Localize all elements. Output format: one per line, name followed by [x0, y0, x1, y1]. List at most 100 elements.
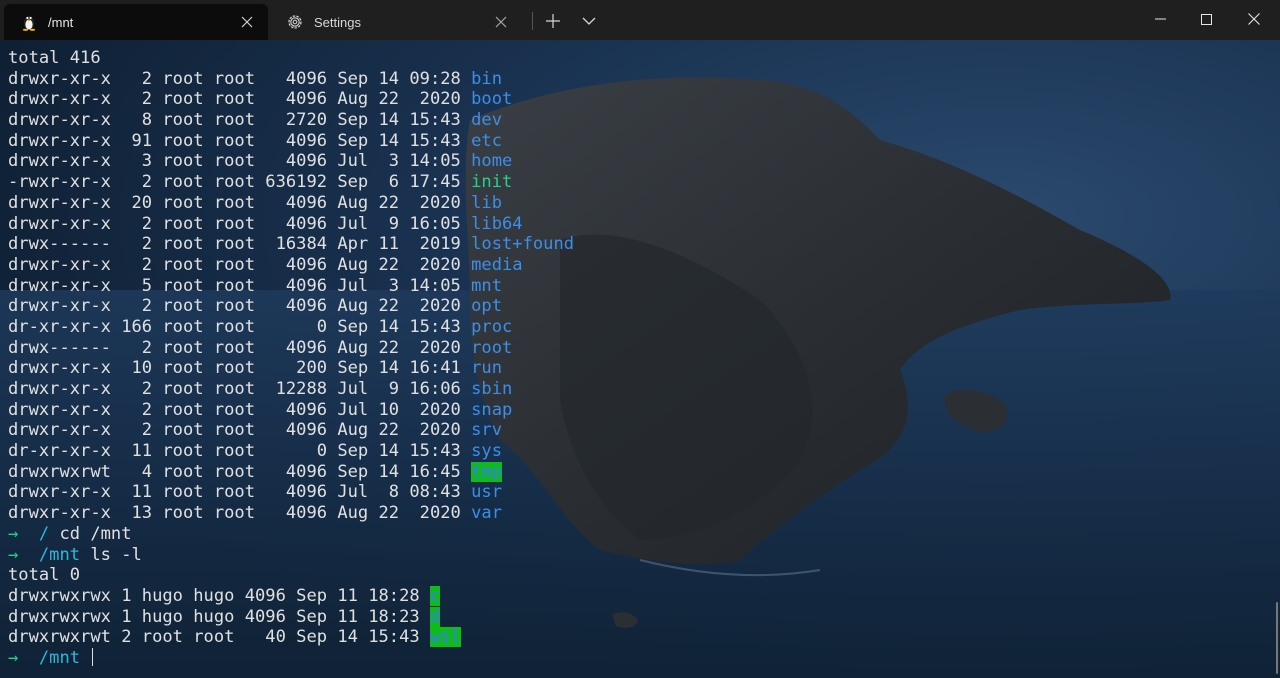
close-icon[interactable] — [1230, 0, 1278, 38]
terminal-pane[interactable]: total 416 drwxr-xr-x 2 root root 4096 Sep… — [0, 40, 1280, 678]
listing-row-meta: drwxr-xr-x 8 root root 2720 Sep 14 15:43 — [8, 110, 472, 131]
new-tab-plus-icon[interactable] — [540, 8, 566, 34]
listing-total-text: total 416 — [8, 48, 101, 68]
listing-row: drwxr-xr-x 11 root root 4096 Jul 8 08:43… — [8, 482, 574, 503]
gear-icon — [286, 13, 304, 31]
listing-row-name: home — [471, 151, 513, 172]
tab-mnt-close-icon[interactable] — [234, 9, 260, 35]
listing-row: drwxr-xr-x 2 root root 12288 Jul 9 16:06… — [8, 379, 574, 400]
listing-row-name: boot — [471, 89, 513, 110]
prompt-path: / — [18, 523, 50, 544]
listing-row-meta: drwxr-xr-x 2 root root 4096 Aug 22 2020 — [8, 296, 472, 317]
prompt-command: cd /mnt — [49, 523, 132, 544]
listing-row: drwxr-xr-x 3 root root 4096 Jul 3 14:05 … — [8, 151, 574, 172]
listing-row-meta: drwxr-xr-x 2 root root 4096 Aug 22 2020 — [8, 254, 472, 275]
listing-row-name: run — [471, 358, 502, 379]
listing-row-meta: drwxr-xr-x 13 root root 4096 Aug 22 2020 — [8, 503, 472, 524]
listing-row: drwxrwxrwt 4 root root 4096 Sep 14 16:45… — [8, 461, 574, 483]
listing-row: dr-xr-xr-x 11 root root 0 Sep 14 15:43 s… — [8, 441, 574, 462]
listing-row-name: srv — [471, 420, 502, 441]
listing-row: drwxr-xr-x 2 root root 4096 Aug 22 2020 … — [8, 255, 574, 276]
listing-row-name: lib64 — [471, 213, 523, 234]
listing-row-meta: drwxr-xr-x 2 root root 4096 Aug 22 2020 — [8, 89, 472, 110]
scrollbar[interactable] — [1276, 602, 1278, 674]
prompt-path: /mnt — [18, 544, 81, 565]
tab-settings-close-icon[interactable] — [488, 9, 514, 35]
listing-row-name: etc — [471, 130, 502, 151]
listing-row-name: init — [471, 172, 513, 193]
tab-separator — [532, 12, 533, 30]
listing-row: drwxr-xr-x 2 root root 4096 Aug 22 2020 … — [8, 89, 574, 110]
listing-row-meta: drwxrwxrwx 1 hugo hugo 4096 Sep 11 18:28 — [8, 585, 430, 606]
listing-row-name: opt — [471, 296, 502, 317]
prompt-path: /mnt — [18, 647, 81, 668]
listing-row-meta: drwxr-xr-x 2 root root 4096 Aug 22 2020 — [8, 420, 472, 441]
listing-row-name: sbin — [471, 379, 513, 399]
listing-row-meta: drwxr-xr-x 2 root root 12288 Jul 9 16:06 — [8, 379, 472, 399]
chevron-down-icon[interactable] — [576, 8, 602, 34]
listing-row-name: wsl — [429, 627, 461, 648]
listing-row-meta: drwxr-xr-x 10 root root 200 Sep 14 16:41 — [8, 358, 472, 379]
prompt-command: ls -l — [80, 544, 142, 565]
listing-row-meta: drwxr-xr-x 91 root root 4096 Sep 14 15:4… — [8, 130, 472, 151]
prompt-line: → / cd /mnt — [8, 524, 574, 545]
listing-row-name: lost+found — [471, 234, 575, 255]
listing-row-meta: drwxr-xr-x 20 root root 4096 Aug 22 2020 — [8, 192, 472, 213]
minimize-icon[interactable] — [1136, 0, 1184, 38]
listing-row-name: media — [471, 254, 523, 275]
listing-row: drwxr-xr-x 8 root root 2720 Sep 14 15:43… — [8, 110, 574, 131]
listing-row: drwxrwxrwx 1 hugo hugo 4096 Sep 11 18:23… — [8, 606, 574, 628]
listing-row-name: tmp — [471, 461, 502, 482]
listing-row: drwxr-xr-x 2 root root 4096 Aug 22 2020 … — [8, 420, 574, 441]
listing-row: drwxr-xr-x 2 root root 4096 Aug 22 2020 … — [8, 296, 574, 317]
listing-row-meta: dr-xr-xr-x 11 root root 0 Sep 14 15:43 — [8, 441, 472, 462]
listing-row-meta: drwxrwxrwx 1 hugo hugo 4096 Sep 11 18:23 — [8, 606, 430, 627]
listing-row-meta: drwxr-xr-x 2 root root 4096 Jul 10 2020 — [8, 399, 472, 420]
listing-row-meta: drwxrwxrwt 4 root root 4096 Sep 14 16:45 — [8, 461, 472, 482]
text-cursor — [92, 647, 94, 666]
listing-row-name: snap — [471, 399, 513, 420]
listing-row-meta: drwxr-xr-x 5 root root 4096 Jul 3 14:05 — [8, 275, 472, 296]
listing-total-text: total 0 — [8, 565, 81, 586]
listing-row-meta: drwx------ 2 root root 16384 Apr 11 2019 — [8, 234, 472, 255]
listing-row-name: usr — [471, 482, 502, 503]
listing-row-meta: drwxr-xr-x 3 root root 4096 Jul 3 14:05 — [8, 151, 472, 172]
listing-row: drwxr-xr-x 2 root root 4096 Jul 10 2020 … — [8, 400, 574, 421]
listing-row-name: mnt — [471, 275, 502, 296]
prompt-arrow-icon: → — [8, 544, 19, 565]
prompt-line: → /mnt — [8, 647, 574, 669]
listing-row-name: lib — [471, 192, 502, 213]
prompt-arrow-icon: → — [8, 523, 19, 544]
listing-row-meta: -rwxr-xr-x 2 root root 636192 Sep 6 17:4… — [8, 172, 472, 193]
listing-row: drwxr-xr-x 10 root root 200 Sep 14 16:41… — [8, 358, 574, 379]
listing-row-name: c — [429, 585, 441, 606]
prompt-command — [80, 648, 90, 668]
prompt-arrow-icon: → — [8, 647, 19, 668]
linux-penguin-icon — [20, 13, 38, 31]
listing-row: drwx------ 2 root root 4096 Aug 22 2020 … — [8, 338, 574, 359]
listing-row-meta: dr-xr-xr-x 166 root root 0 Sep 14 15:43 — [8, 316, 472, 337]
listing-row-name: bin — [471, 68, 502, 89]
listing-row: drwxr-xr-x 5 root root 4096 Jul 3 14:05 … — [8, 276, 574, 297]
listing-row-name: proc — [471, 316, 513, 337]
listing-row-name: dev — [471, 110, 502, 131]
listing-total: total 0 — [8, 565, 574, 586]
tab-mnt-label: /mnt — [48, 14, 74, 30]
listing-row: drwxr-xr-x 2 root root 4096 Sep 14 09:28… — [8, 69, 574, 90]
tab-settings[interactable]: Settings — [270, 4, 522, 40]
listing-row-name: d — [429, 606, 441, 627]
listing-row-meta: drwxr-xr-x 11 root root 4096 Jul 8 08:43 — [8, 482, 472, 503]
listing-row-name: var — [471, 503, 502, 524]
listing-row-name: sys — [471, 441, 502, 462]
listing-row-meta: drwx------ 2 root root 4096 Aug 22 2020 — [8, 337, 472, 358]
listing-row-meta: drwxr-xr-x 2 root root 4096 Jul 9 16:05 — [8, 213, 472, 234]
tab-mnt[interactable]: /mnt — [4, 4, 268, 40]
listing-row: drwxr-xr-x 13 root root 4096 Aug 22 2020… — [8, 503, 574, 524]
terminal-output: total 416 drwxr-xr-x 2 root root 4096 Sep… — [8, 48, 574, 669]
maximize-icon[interactable] — [1182, 0, 1230, 38]
listing-total: total 416 — [8, 48, 574, 69]
listing-row: drwxr-xr-x 2 root root 4096 Jul 9 16:05 … — [8, 214, 574, 235]
listing-row: drwxrwxrwt 2 root root 40 Sep 14 15:43 w… — [8, 627, 574, 648]
listing-row: -rwxr-xr-x 2 root root 636192 Sep 6 17:4… — [8, 172, 574, 193]
listing-row-meta: drwxrwxrwt 2 root root 40 Sep 14 15:43 — [8, 627, 430, 648]
